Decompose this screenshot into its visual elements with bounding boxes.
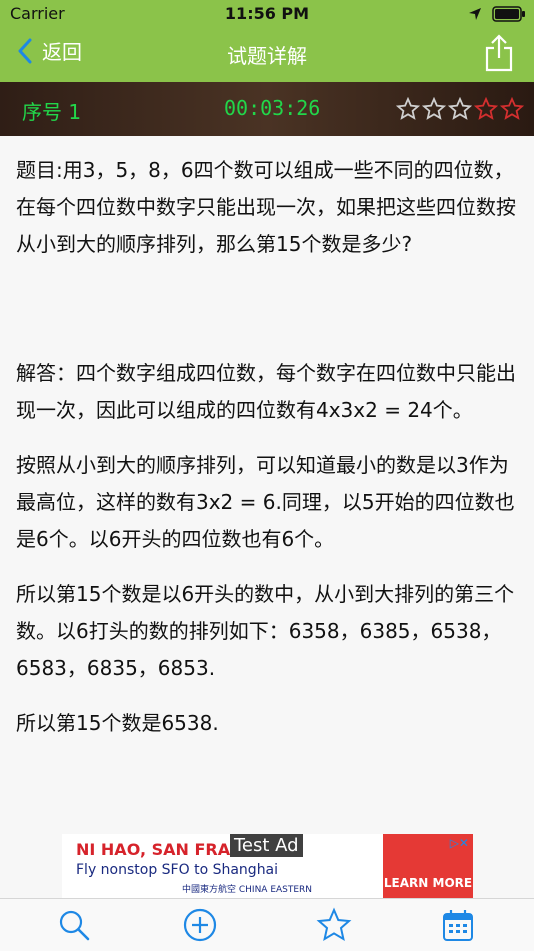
tab-search[interactable] — [56, 907, 96, 943]
star-outline-red-icon — [474, 97, 498, 120]
share-button[interactable] — [484, 34, 514, 76]
ad-subline: Fly nonstop SFO to Shanghai — [76, 862, 279, 878]
star-outline-icon — [422, 97, 446, 120]
test-ad-badge: Test Ad — [230, 834, 303, 857]
tab-bar — [0, 898, 534, 951]
solution-content: 题目:用3，5，8，6四个数可以组成一些不同的四位数，在每个四位数中数字只能出现… — [16, 152, 522, 760]
battery-icon — [492, 6, 525, 22]
answer-paragraph: 所以第15个数是6538. — [16, 711, 219, 735]
answer-paragraph: 所以第15个数是以6开头的数中，从小到大排列的第三个数。以6打头的数的排列如下：… — [16, 582, 515, 680]
star-icon — [316, 907, 352, 942]
share-icon — [485, 34, 513, 72]
difficulty-rating — [396, 97, 524, 121]
answer-paragraph: 解答：四个数字组成四位数，每个数字在四位数中只能出现一次，因此可以组成的四位数有… — [16, 361, 516, 422]
page-title: 试题详解 — [227, 44, 307, 68]
timer-label: 00:03:26 — [224, 96, 321, 120]
answer-paragraph: 按照从小到大的顺序排列，可以知道最小的数是以3作为最高位，这样的数有3x2 = … — [16, 453, 515, 551]
tab-calendar[interactable] — [440, 907, 480, 943]
status-bar: Carrier 11:56 PM — [0, 0, 534, 28]
calendar-icon — [443, 910, 473, 941]
search-icon — [59, 910, 90, 941]
navigation-bar: 返回 试题详解 — [0, 28, 534, 82]
location-arrow-icon — [469, 8, 481, 20]
tab-favorites[interactable] — [316, 907, 356, 943]
ad-headline: NI HAO, SAN FRA — [76, 840, 231, 859]
clock-label: 11:56 PM — [224, 4, 310, 23]
question-info-bar: 序号 1 00:03:26 — [0, 82, 534, 136]
ad-brand-logo: 中國東方航空 CHINA EASTERN — [182, 885, 313, 895]
ad-choices-icon[interactable]: ▷✕ — [450, 836, 469, 850]
add-circle-icon — [183, 908, 217, 942]
star-outline-icon — [396, 97, 420, 120]
star-outline-icon — [448, 97, 472, 120]
banner-ad[interactable]: NI HAO, SAN FRA Fly nonstop SFO to Shang… — [62, 834, 473, 898]
sequence-label: 序号 1 — [22, 100, 82, 124]
star-outline-red-icon — [500, 97, 524, 120]
question-text: 题目:用3，5，8，6四个数可以组成一些不同的四位数，在每个四位数中数字只能出现… — [16, 158, 516, 256]
status-icons — [468, 6, 526, 22]
tab-add[interactable] — [182, 907, 222, 943]
